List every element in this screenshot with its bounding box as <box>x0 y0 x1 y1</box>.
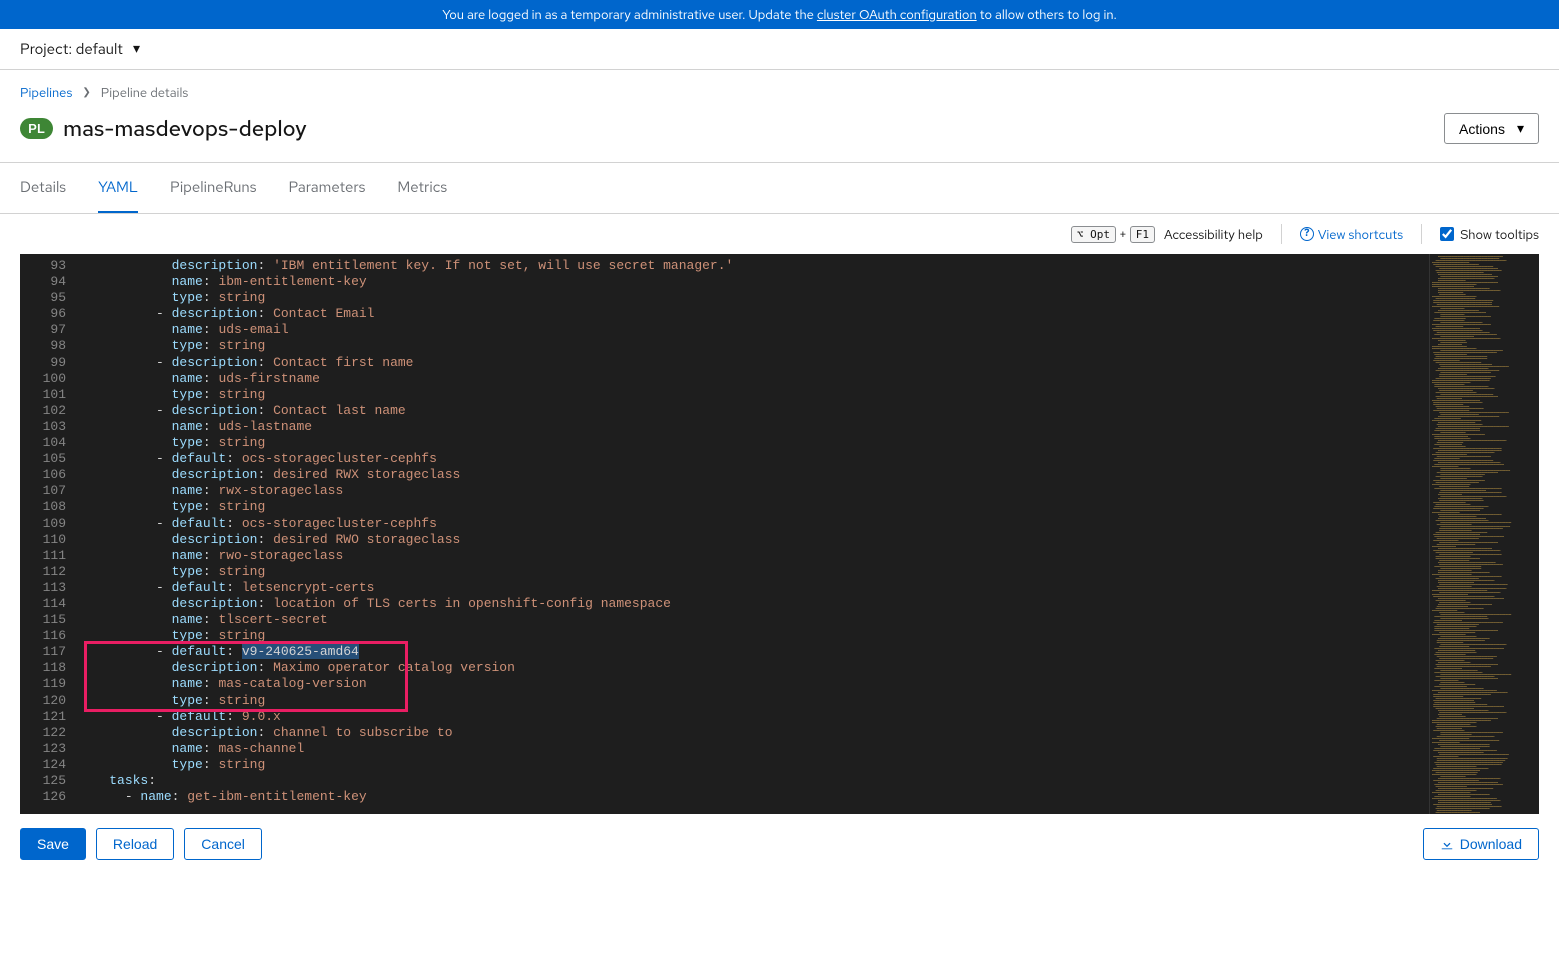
tab-metrics[interactable]: Metrics <box>397 163 447 213</box>
download-button[interactable]: Download <box>1423 828 1539 860</box>
help-icon: ? <box>1300 227 1314 241</box>
title-row: PL mas-masdevops-deploy Actions <box>0 107 1559 162</box>
actions-button[interactable]: Actions <box>1444 113 1539 144</box>
footer: Save Reload Cancel Download <box>0 814 1559 874</box>
actions-label: Actions <box>1459 121 1505 137</box>
banner-prefix: You are logged in as a temporary adminis… <box>442 6 817 23</box>
chevron-right-icon: ❯ <box>82 86 90 99</box>
chevron-down-icon <box>1517 120 1524 137</box>
save-button[interactable]: Save <box>20 828 86 860</box>
line-gutter: 9394959697989910010110210310410510610710… <box>20 254 78 814</box>
project-label: Project: default <box>20 39 123 59</box>
page-title: mas-masdevops-deploy <box>63 114 307 143</box>
pipeline-badge: PL <box>20 118 53 139</box>
minimap[interactable]: ▬▬▬▬▬▬▬▬▬▬▬▬▬▬▬▬▬▬▬▬▬▬▬▬▬▬▬▬▬▬▬▬▬▬▬▬▬▬▬▬… <box>1429 254 1539 814</box>
oauth-link[interactable]: cluster OAuth configuration <box>817 6 977 23</box>
accessibility-help[interactable]: Accessibility help <box>1164 226 1263 243</box>
yaml-editor[interactable]: 9394959697989910010110210310410510610710… <box>20 254 1539 814</box>
tabs: Details YAML PipelineRuns Parameters Met… <box>0 162 1559 214</box>
f1-key: F1 <box>1130 226 1155 243</box>
editor-toolbar: ⌥ Opt + F1 Accessibility help ? View sho… <box>0 214 1559 254</box>
tab-pipelineruns[interactable]: PipelineRuns <box>170 163 256 213</box>
plus-sign: + <box>1119 226 1127 243</box>
reload-button[interactable]: Reload <box>96 828 174 860</box>
show-tooltips-checkbox[interactable]: Show tooltips <box>1440 226 1539 243</box>
view-shortcuts-link[interactable]: ? View shortcuts <box>1300 226 1403 243</box>
tab-details[interactable]: Details <box>20 163 66 213</box>
tab-yaml[interactable]: YAML <box>98 163 138 213</box>
banner-suffix: to allow others to log in. <box>977 6 1117 23</box>
download-icon <box>1440 837 1454 851</box>
breadcrumb-pipelines-link[interactable]: Pipelines <box>20 84 72 101</box>
divider <box>1421 224 1422 244</box>
project-selector[interactable]: Project: default <box>0 29 1559 70</box>
divider <box>1281 224 1282 244</box>
breadcrumb: Pipelines ❯ Pipeline details <box>0 70 1559 107</box>
tab-parameters[interactable]: Parameters <box>288 163 365 213</box>
login-banner: You are logged in as a temporary adminis… <box>0 0 1559 29</box>
code-area[interactable]: description: 'IBM entitlement key. If no… <box>78 254 1429 814</box>
cancel-button[interactable]: Cancel <box>184 828 262 860</box>
breadcrumb-current: Pipeline details <box>101 84 188 101</box>
opt-key: ⌥ Opt <box>1071 226 1116 243</box>
tooltips-input[interactable] <box>1440 227 1454 241</box>
chevron-down-icon <box>133 40 140 58</box>
